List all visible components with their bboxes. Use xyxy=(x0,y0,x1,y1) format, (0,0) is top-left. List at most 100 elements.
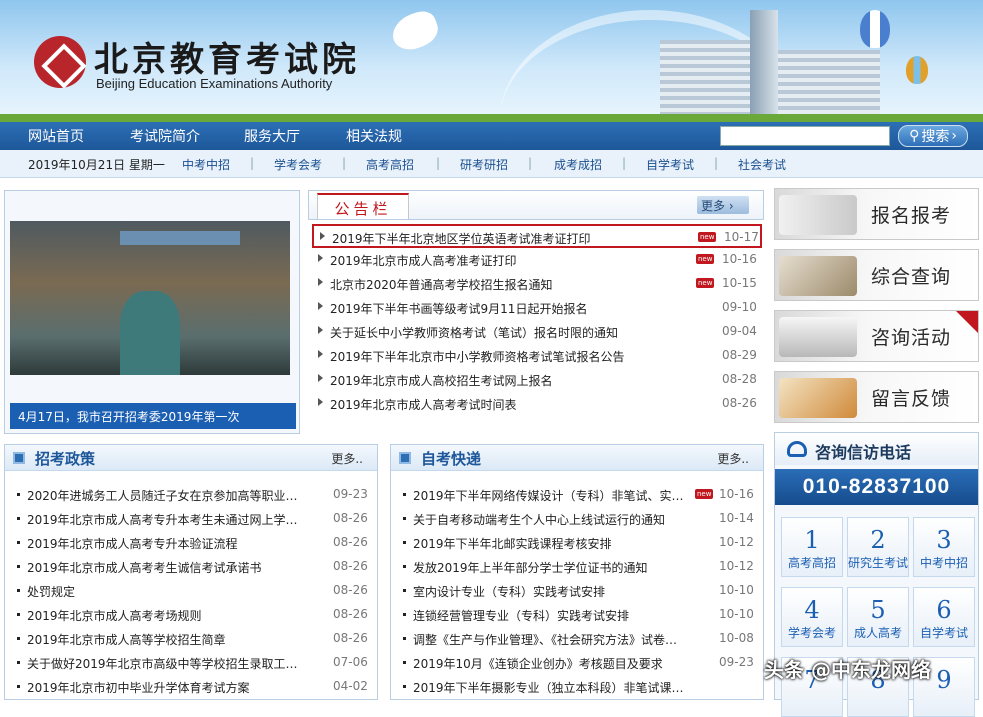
list-item-title[interactable]: 2019年下半年北邮实践课程考核安排 xyxy=(413,535,695,552)
list-item[interactable]: 2019年北京市成人高等学校招生简章 08-26 xyxy=(15,627,371,651)
zhaokao-header: 招考政策 更多.. xyxy=(5,445,377,471)
subnav-item-zikao[interactable]: 自学考试 xyxy=(646,156,694,173)
notice-tab[interactable]: 公告栏 xyxy=(317,193,409,219)
notice-title[interactable]: 2019年北京市成人高考准考证打印 xyxy=(330,252,517,269)
list-item-title[interactable]: 2019年北京市成人高考考场规则 xyxy=(27,607,309,624)
list-item[interactable]: 2019年下半年北邮实践课程考核安排 10-12 xyxy=(401,531,757,555)
hotline-cell[interactable]: 1 高考高招 xyxy=(781,517,843,577)
list-item-title[interactable]: 2019年北京市初中毕业升学体育考试方案 xyxy=(27,679,309,696)
subnav-item-chengkao[interactable]: 成考成招 xyxy=(554,156,602,173)
notice-list: 2019年下半年北京地区学位英语考试准考证打印 new 10-17 2019年北京市成… xyxy=(312,224,762,416)
hotline-cell[interactable]: 6 自学考试 xyxy=(913,587,975,647)
nav-item-home[interactable]: 网站首页 xyxy=(28,126,84,146)
subnav-item-gaokao[interactable]: 高考高招 xyxy=(366,156,414,173)
notice-title[interactable]: 2019年北京市成人高校招生考试网上报名 xyxy=(330,372,553,389)
list-item[interactable]: 关于自考移动端考生个人中心上线试运行的通知 10-14 xyxy=(401,507,757,531)
list-item-title[interactable]: 2019年北京市成人高考专升本验证流程 xyxy=(27,535,309,552)
list-item-title[interactable]: 2019年10月《连锁企业创办》考核题目及要求 xyxy=(413,655,695,672)
hotline-cell[interactable]: 2 研究生考试 xyxy=(847,517,909,577)
list-item[interactable]: 2019年10月《连锁企业创办》考核题目及要求 09-23 xyxy=(401,651,757,675)
notice-title[interactable]: 2019年下半年北京地区学位英语考试准考证打印 xyxy=(332,230,591,247)
register-button[interactable]: 报名报考 xyxy=(774,188,979,240)
feedback-button[interactable]: 留言反馈 xyxy=(774,371,979,423)
list-item-title[interactable]: 室内设计专业（专科）实践考试安排 xyxy=(413,583,695,600)
hotline-cell-number: 3 xyxy=(936,526,952,554)
list-item-title[interactable]: 2019年下半年网络传媒设计（专科）非笔试、实践… xyxy=(413,487,695,504)
subnav-item-zhongkao[interactable]: 中考中招 xyxy=(182,156,230,173)
news-photo[interactable] xyxy=(10,221,290,375)
notice-row[interactable]: 北京市2020年普通高考学校招生报名通知 new 10-15 xyxy=(312,272,762,296)
notice-title[interactable]: 北京市2020年普通高考学校招生报名通知 xyxy=(330,276,553,293)
subnav-item-yankao[interactable]: 研考研招 xyxy=(460,156,508,173)
notice-panel: 公告栏 更多 › 2019年下半年北京地区学位英语考试准考证打印 new 10-17… xyxy=(308,190,764,434)
list-item-title[interactable]: 2019年下半年摄影专业（独立本科段）非笔试课程… xyxy=(413,679,695,696)
notice-row[interactable]: 2019年下半年书画等级考试9月11日起开始报名 09-10 xyxy=(312,296,762,320)
nav-item-laws[interactable]: 相关法规 xyxy=(346,126,402,146)
zhaokao-title[interactable]: 招考政策 xyxy=(35,448,95,469)
list-item-title[interactable]: 关于自考移动端考生个人中心上线试运行的通知 xyxy=(413,511,695,528)
logo-mark-icon[interactable] xyxy=(34,36,86,88)
list-item[interactable]: 2019年北京市初中毕业升学体育考试方案 04-02 xyxy=(15,675,371,699)
search-input[interactable] xyxy=(720,126,890,146)
notice-row[interactable]: 2019年下半年北京地区学位英语考试准考证打印 new 10-17 xyxy=(312,224,762,248)
list-item[interactable]: 连锁经营管理专业（专科）实践考试安排 10-10 xyxy=(401,603,757,627)
balloon-icon xyxy=(860,10,890,48)
list-item[interactable]: 处罚规定 08-26 xyxy=(15,579,371,603)
list-item-title[interactable]: 2019年北京市成人高等学校招生简章 xyxy=(27,631,309,648)
hotline-cell[interactable]: 4 学考会考 xyxy=(781,587,843,647)
list-item[interactable]: 2019年北京市成人高考考场规则 08-26 xyxy=(15,603,371,627)
bullet-icon xyxy=(403,589,406,592)
bullet-icon xyxy=(403,541,406,544)
nav-item-service[interactable]: 服务大厅 xyxy=(244,126,300,146)
list-item-title[interactable]: 连锁经营管理专业（专科）实践考试安排 xyxy=(413,607,695,624)
list-item-title[interactable]: 2019年北京市成人高考专升本考生未通过网上学历… xyxy=(27,511,309,528)
notice-title[interactable]: 2019年下半年北京市中小学教师资格考试笔试报名公告 xyxy=(330,348,625,365)
list-item[interactable]: 2020年进城务工人员随迁子女在京参加高等职业学… 09-23 xyxy=(15,483,371,507)
nav-item-about[interactable]: 考试院简介 xyxy=(130,126,200,146)
list-item-title[interactable]: 关于做好2019年北京市高级中等学校招生录取工作… xyxy=(27,655,309,672)
notice-row[interactable]: 2019年北京市成人高考考试时间表 08-26 xyxy=(312,392,762,416)
subnav-item-shehui[interactable]: 社会考试 xyxy=(738,156,786,173)
notice-row[interactable]: 2019年北京市成人高考准考证打印 new 10-16 xyxy=(312,248,762,272)
list-item-title[interactable]: 发放2019年上半年部分学士学位证书的通知 xyxy=(413,559,695,576)
consult-button[interactable]: 咨询活动 xyxy=(774,310,979,362)
notice-more-button[interactable]: 更多 › xyxy=(697,196,749,214)
list-item[interactable]: 2019年北京市成人高考专升本考生未通过网上学历… 08-26 xyxy=(15,507,371,531)
list-item-title[interactable]: 调整《生产与作业管理》、《社会研究方法》试卷… xyxy=(413,631,695,648)
query-button[interactable]: 综合查询 xyxy=(774,249,979,301)
zikao-title[interactable]: 自考快递 xyxy=(421,448,481,469)
notice-title[interactable]: 关于延长中小学教师资格考试（笔试）报名时限的通知 xyxy=(330,324,618,341)
list-item-title[interactable]: 2019年北京市成人高考考生诚信考试承诺书 xyxy=(27,559,309,576)
zhaokao-more-link[interactable]: 更多.. xyxy=(331,450,363,467)
notice-row[interactable]: 2019年北京市成人高校招生考试网上报名 08-28 xyxy=(312,368,762,392)
building-illustration xyxy=(660,10,880,122)
list-item-title[interactable]: 2020年进城务工人员随迁子女在京参加高等职业学… xyxy=(27,487,309,504)
list-item[interactable]: 室内设计专业（专科）实践考试安排 10-10 xyxy=(401,579,757,603)
main-nav: 网站首页 考试院简介 服务大厅 相关法规 ⚲ 搜索 › xyxy=(0,122,983,150)
zhaokao-list: 2020年进城务工人员随迁子女在京参加高等职业学… 09-23 2019年北京市成人… xyxy=(15,483,371,699)
hotline-cell[interactable]: 3 中考中招 xyxy=(913,517,975,577)
list-item[interactable]: 调整《生产与作业管理》、《社会研究方法》试卷… 10-08 xyxy=(401,627,757,651)
list-item[interactable]: 2019年下半年网络传媒设计（专科）非笔试、实践… new 10-16 xyxy=(401,483,757,507)
notice-date: 10-15 xyxy=(722,276,757,290)
list-item[interactable]: 2019年下半年摄影专业（独立本科段）非笔试课程… xyxy=(401,675,757,699)
site-title-cn[interactable]: 北京教育考试院 xyxy=(94,32,360,81)
photo-caption[interactable]: 4月17日，我市召开招考委2019年第一次 xyxy=(10,403,296,429)
list-item-title[interactable]: 处罚规定 xyxy=(27,583,309,600)
list-item[interactable]: 关于做好2019年北京市高级中等学校招生录取工作… 07-06 xyxy=(15,651,371,675)
list-item-date: 08-26 xyxy=(333,583,368,597)
list-item-date: 08-26 xyxy=(333,631,368,645)
search-icon: ⚲ xyxy=(909,128,920,144)
notice-row[interactable]: 2019年下半年北京市中小学教师资格考试笔试报名公告 08-29 xyxy=(312,344,762,368)
subnav-item-xuekao[interactable]: 学考会考 xyxy=(274,156,322,173)
bullet-icon xyxy=(17,517,20,520)
hotline-cell[interactable]: 5 成人高考 xyxy=(847,587,909,647)
notice-title[interactable]: 2019年北京市成人高考考试时间表 xyxy=(330,396,517,413)
list-item[interactable]: 2019年北京市成人高考专升本验证流程 08-26 xyxy=(15,531,371,555)
search-button[interactable]: ⚲ 搜索 › xyxy=(898,125,968,147)
zikao-more-link[interactable]: 更多.. xyxy=(717,450,749,467)
notice-row[interactable]: 关于延长中小学教师资格考试（笔试）报名时限的通知 09-04 xyxy=(312,320,762,344)
list-item[interactable]: 2019年北京市成人高考考生诚信考试承诺书 08-26 xyxy=(15,555,371,579)
list-item[interactable]: 发放2019年上半年部分学士学位证书的通知 10-12 xyxy=(401,555,757,579)
notice-title[interactable]: 2019年下半年书画等级考试9月11日起开始报名 xyxy=(330,300,587,317)
